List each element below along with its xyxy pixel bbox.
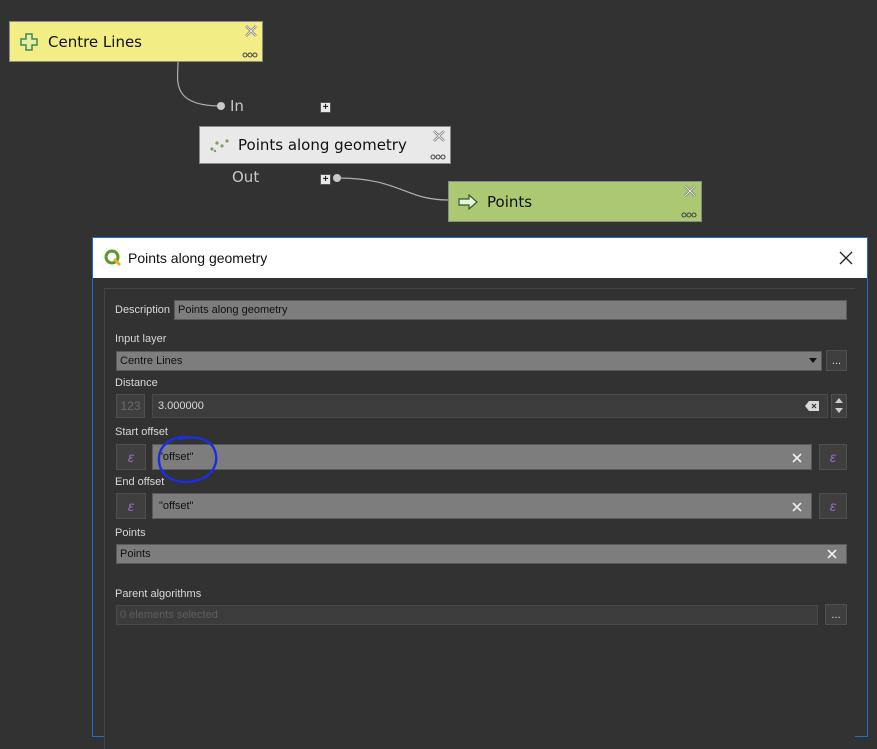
expression-epsilon-icon: ε bbox=[127, 449, 135, 465]
description-input[interactable]: Points along geometry bbox=[174, 300, 847, 320]
qgis-logo-icon bbox=[104, 249, 122, 267]
end-offset-value: "offset" bbox=[159, 500, 194, 512]
end-offset-label: End offset bbox=[115, 476, 165, 488]
arrow-right-icon bbox=[457, 191, 479, 213]
start-offset-expression-button[interactable]: ε bbox=[116, 444, 146, 470]
expand-inputs-button[interactable]: + bbox=[320, 102, 331, 113]
port-label-in: In bbox=[230, 97, 244, 115]
points-output-input[interactable]: Points bbox=[116, 544, 847, 564]
hand-drawn-circle-annotation bbox=[157, 435, 218, 484]
distance-input[interactable]: 3.000000 bbox=[152, 394, 828, 418]
clear-icon[interactable] bbox=[792, 502, 802, 512]
distance-spinner[interactable] bbox=[831, 394, 847, 418]
dialog-titlebar[interactable]: Points along geometry bbox=[93, 238, 867, 278]
clear-icon[interactable] bbox=[827, 549, 837, 559]
node-label: Centre Lines bbox=[48, 32, 142, 51]
distance-label: Distance bbox=[115, 377, 158, 389]
spin-up-icon[interactable] bbox=[835, 398, 843, 404]
start-offset-data-defined-button[interactable]: ε bbox=[819, 444, 847, 470]
input-layer-label: Input layer bbox=[115, 333, 167, 345]
input-port-dot[interactable] bbox=[217, 102, 225, 110]
more-options-icon[interactable] bbox=[242, 52, 258, 58]
wire-algorithm-to-output bbox=[336, 177, 449, 201]
more-options-icon[interactable] bbox=[430, 154, 446, 160]
chevron-down-icon bbox=[809, 358, 817, 363]
distance-data-defined-button[interactable]: 123 bbox=[116, 394, 145, 418]
expression-epsilon-icon: ε bbox=[829, 449, 837, 465]
model-node-input-centre-lines[interactable]: Centre Lines bbox=[9, 21, 263, 62]
expression-epsilon-icon: ε bbox=[127, 498, 135, 514]
model-node-output-points[interactable]: Points bbox=[448, 181, 702, 222]
wire-input-to-algorithm bbox=[176, 61, 222, 107]
parameters-panel: Description Points along geometry Input … bbox=[104, 288, 855, 749]
expression-epsilon-icon: ε bbox=[829, 498, 837, 514]
plus-cross-icon bbox=[18, 31, 40, 53]
model-node-points-along-geometry[interactable]: Points along geometry bbox=[199, 126, 451, 164]
parent-algorithms-input[interactable]: 0 elements selected bbox=[116, 605, 818, 625]
port-label-out: Out bbox=[232, 168, 260, 186]
output-port-dot[interactable] bbox=[333, 174, 341, 182]
end-offset-data-defined-button[interactable]: ε bbox=[819, 493, 847, 519]
node-label: Points along geometry bbox=[238, 136, 407, 154]
start-offset-input[interactable]: "offset" bbox=[152, 444, 812, 470]
end-offset-input[interactable]: "offset" bbox=[152, 493, 812, 519]
algorithm-parameters-dialog: Points along geometry Description Points… bbox=[92, 237, 868, 749]
parent-algorithms-browse-button[interactable]: ... bbox=[825, 604, 847, 625]
parent-algorithms-placeholder: 0 elements selected bbox=[120, 609, 218, 621]
parent-algorithms-label: Parent algorithms bbox=[115, 588, 202, 600]
points-output-value: Points bbox=[120, 548, 151, 560]
distance-value: 3.000000 bbox=[158, 400, 204, 412]
remove-node-icon[interactable] bbox=[432, 129, 446, 143]
input-layer-value: Centre Lines bbox=[120, 355, 183, 367]
clear-icon[interactable] bbox=[805, 401, 819, 411]
dialog-title: Points along geometry bbox=[128, 250, 268, 266]
points-scatter-icon bbox=[208, 134, 230, 156]
description-label: Description bbox=[115, 304, 171, 316]
spin-down-icon[interactable] bbox=[835, 408, 843, 414]
number-123-icon: 123 bbox=[120, 399, 141, 413]
input-layer-select[interactable]: Centre Lines bbox=[116, 351, 822, 371]
points-label: Points bbox=[115, 527, 146, 539]
more-options-icon[interactable] bbox=[681, 212, 697, 218]
node-label: Points bbox=[487, 192, 533, 211]
clear-icon[interactable] bbox=[792, 453, 802, 463]
expand-outputs-button[interactable]: + bbox=[320, 174, 331, 185]
end-offset-expression-button[interactable]: ε bbox=[116, 493, 146, 519]
remove-node-icon[interactable] bbox=[244, 24, 258, 38]
close-icon[interactable] bbox=[839, 251, 853, 265]
remove-node-icon[interactable] bbox=[683, 184, 697, 198]
input-layer-browse-button[interactable]: ... bbox=[826, 350, 847, 371]
